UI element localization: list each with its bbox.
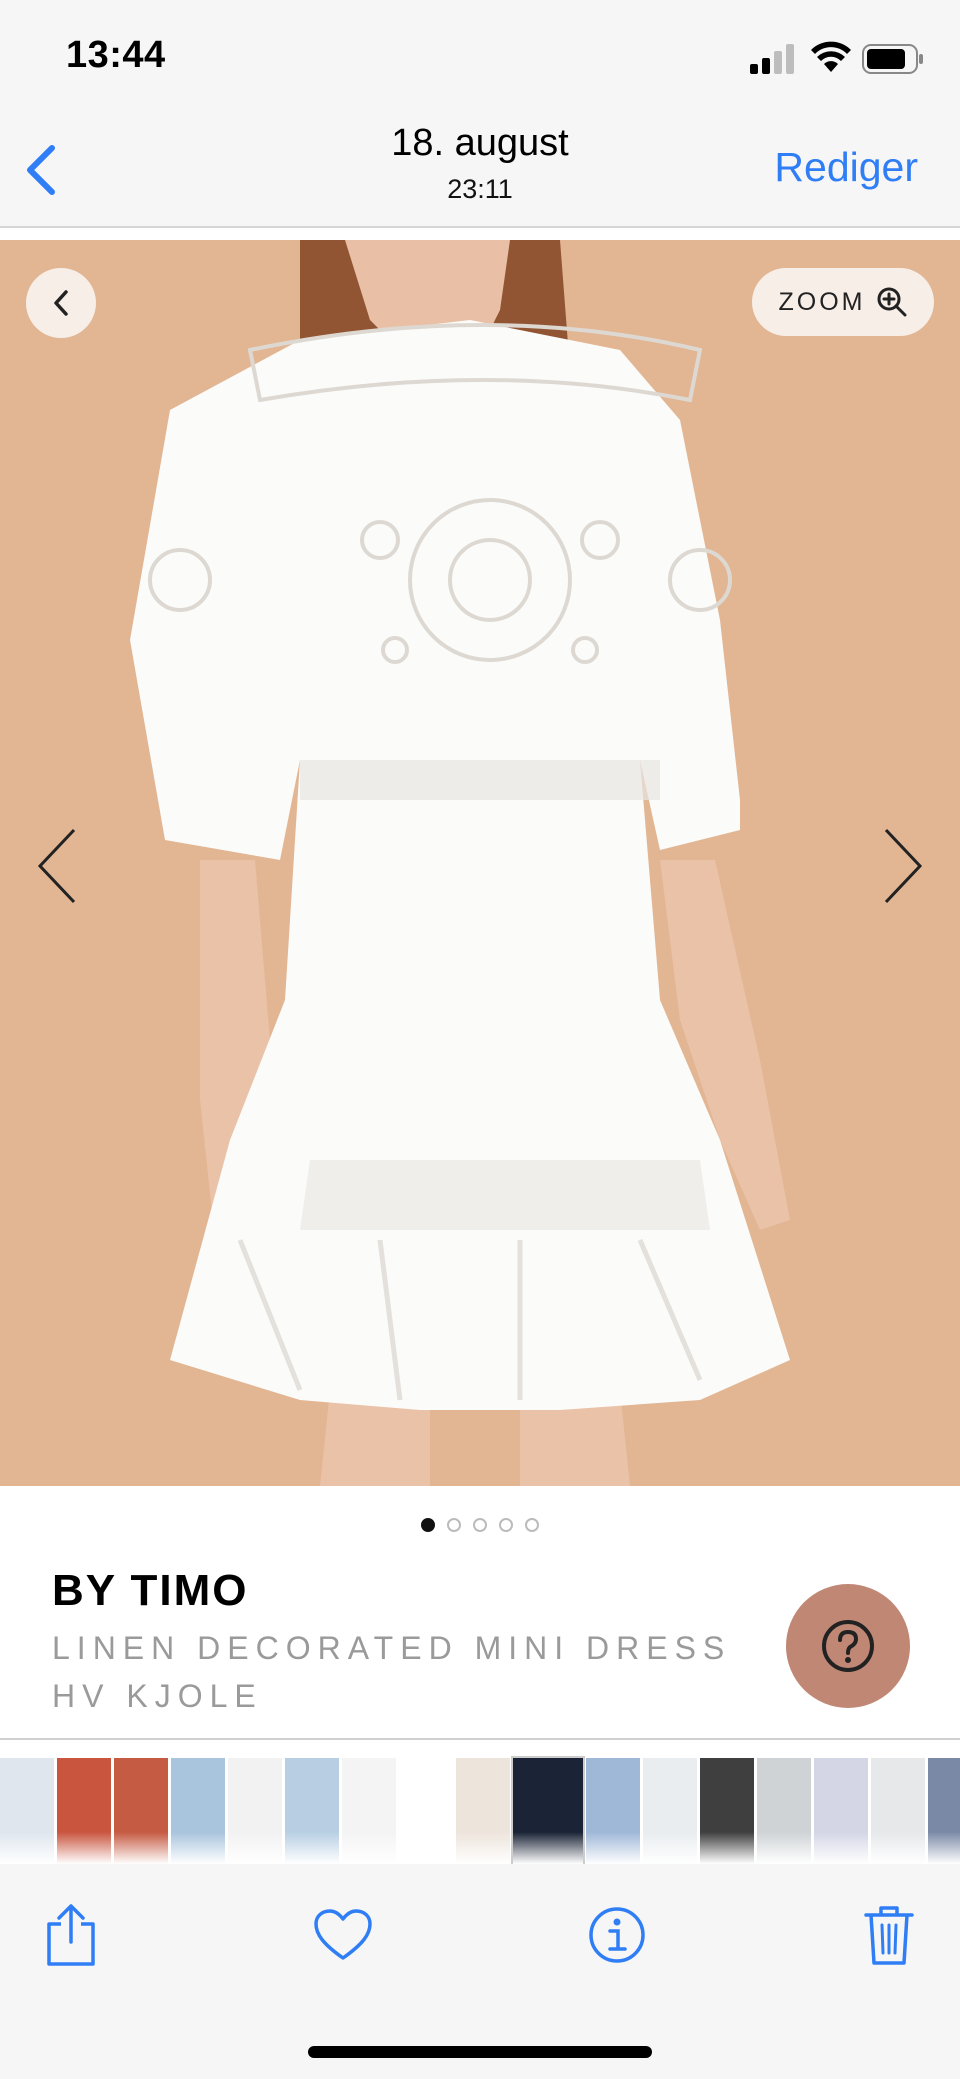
info-icon	[589, 1907, 645, 1963]
help-button[interactable]	[786, 1584, 910, 1708]
thumbnail-strip[interactable]	[0, 1738, 960, 1866]
thumbnail-item[interactable]	[285, 1758, 339, 1864]
thumbnail-item[interactable]	[399, 1758, 453, 1864]
thumbnail-item[interactable]	[871, 1758, 925, 1864]
page-dot[interactable]	[499, 1518, 513, 1532]
page-dot[interactable]	[473, 1518, 487, 1532]
thumbnail-item[interactable]	[228, 1758, 282, 1864]
image-back-button[interactable]	[26, 268, 96, 338]
thumbnail-item[interactable]	[511, 1756, 585, 1866]
page-dot[interactable]	[525, 1518, 539, 1532]
thumbnail-item[interactable]	[700, 1758, 754, 1864]
zoom-button[interactable]: ZOOM	[752, 268, 934, 336]
info-button[interactable]	[584, 1900, 650, 1970]
home-indicator[interactable]	[308, 2046, 652, 2058]
thumbnail-item[interactable]	[342, 1758, 396, 1864]
thumbnail-item[interactable]	[171, 1758, 225, 1864]
thumbnail-item[interactable]	[456, 1758, 510, 1864]
delete-button[interactable]	[856, 1900, 922, 1970]
zoom-label: ZOOM	[778, 287, 866, 316]
page-dot[interactable]	[421, 1518, 435, 1532]
battery-icon	[862, 44, 923, 74]
chevron-left-icon	[54, 290, 68, 316]
status-time: 13:44	[66, 34, 166, 76]
share-button[interactable]	[38, 1900, 104, 1970]
page-dot[interactable]	[447, 1518, 461, 1532]
question-mark-icon	[822, 1620, 874, 1672]
thumbnail-item[interactable]	[57, 1758, 111, 1864]
thumbnail-item[interactable]	[928, 1758, 960, 1864]
thumbnail-item[interactable]	[643, 1758, 697, 1864]
wifi-icon	[811, 41, 851, 72]
next-image-icon[interactable]	[876, 826, 926, 906]
previous-image-icon[interactable]	[34, 826, 84, 906]
thumbnail-item[interactable]	[814, 1758, 868, 1864]
edit-button[interactable]: Rediger	[774, 144, 918, 191]
product-name: LINEN DECORATED MINI DRESS HV KJOLE	[52, 1630, 732, 1714]
product-photo[interactable]	[0, 240, 960, 1486]
thumbnail-item[interactable]	[757, 1758, 811, 1864]
cellular-signal-icon	[750, 44, 794, 74]
product-brand: BY TIMO	[52, 1566, 249, 1615]
zoom-in-icon	[877, 287, 906, 317]
page-indicator	[0, 1518, 960, 1532]
share-icon	[47, 1904, 95, 1966]
trash-icon	[864, 1906, 914, 1965]
thumbnail-item[interactable]	[586, 1758, 640, 1864]
heart-icon	[314, 1909, 372, 1960]
favorite-button[interactable]	[310, 1900, 376, 1970]
thumbnail-item[interactable]	[114, 1758, 168, 1864]
thumbnail-item[interactable]	[0, 1758, 54, 1864]
